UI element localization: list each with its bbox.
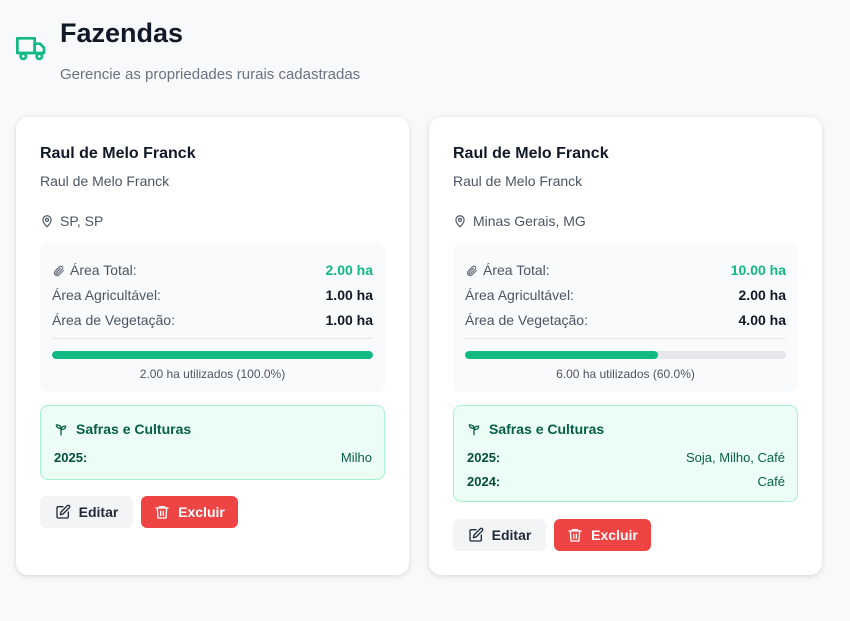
agri-area-row: Área Agricultável: 1.00 ha	[52, 285, 373, 305]
delete-button[interactable]: Excluir	[141, 496, 238, 528]
total-area-label: Área Total:	[70, 262, 137, 278]
agri-area-label: Área Agricultável:	[52, 287, 161, 303]
usage-progress-bar	[52, 351, 373, 359]
usage-caption: 2.00 ha utilizados (100.0%)	[139, 367, 286, 381]
map-pin-icon	[42, 215, 52, 228]
edit-label: Editar	[78, 504, 119, 520]
agri-area-value: 1.00 ha	[325, 287, 373, 303]
delete-label: Excluir	[178, 504, 225, 520]
delete-button[interactable]: Excluir	[554, 519, 651, 551]
location-text: Minas Gerais, MG	[473, 213, 586, 229]
usage-progress-bar	[465, 351, 786, 359]
total-area-row: Área Total: 2.00 ha	[52, 260, 373, 280]
location-text: SP, SP	[60, 213, 104, 229]
area-summary: Área Total: 10.00 ha Área Agricultável: …	[453, 243, 798, 392]
edit-icon	[468, 527, 484, 542]
farm-card: Raul de Melo Franck Raul de Melo Franck …	[16, 117, 409, 575]
farm-location: SP, SP	[40, 213, 103, 229]
edit-button[interactable]: Editar	[453, 519, 546, 551]
trash-icon	[568, 529, 582, 542]
sprout-icon	[468, 424, 480, 436]
crop-cultures: Soja, Milho, Café	[686, 450, 785, 465]
map-pin-icon	[455, 215, 465, 228]
usage-progress-fill	[465, 351, 658, 359]
crop-cultures: Milho	[340, 450, 372, 465]
divider	[465, 338, 786, 339]
farm-location: Minas Gerais, MG	[453, 213, 586, 229]
veg-area-row: Área de Vegetação: 1.00 ha	[52, 310, 373, 330]
crop-year: 2025:	[467, 450, 501, 465]
crop-cultures: Café	[757, 474, 785, 489]
trash-icon	[155, 506, 169, 519]
usage-caption: 6.00 ha utilizados (60.0%)	[556, 367, 695, 381]
farm-owner: Raul de Melo Franck	[453, 173, 583, 189]
crop-row: 2025: Milho	[54, 450, 372, 465]
veg-area-label: Área de Vegetação:	[465, 312, 588, 328]
crop-row: 2025: Soja, Milho, Café	[467, 450, 785, 465]
veg-area-row: Área de Vegetação: 4.00 ha	[465, 310, 786, 330]
total-area-label: Área Total:	[483, 262, 550, 278]
agri-area-label: Área Agricultável:	[465, 287, 574, 303]
crops-panel: Safras e Culturas 2025: Soja, Milho, Caf…	[453, 405, 798, 502]
truck-icon	[16, 37, 46, 61]
crop-row: 2024: Café	[467, 474, 785, 489]
crops-title-text: Safras e Culturas	[76, 421, 192, 437]
farm-name: Raul de Melo Franck	[40, 145, 196, 162]
farm-card: Raul de Melo Franck Raul de Melo Franck …	[429, 117, 822, 575]
total-area-value: 2.00 ha	[325, 262, 373, 278]
area-summary: Área Total: 2.00 ha Área Agricultável: 1…	[40, 243, 385, 392]
ruler-icon	[53, 265, 64, 276]
edit-icon	[55, 504, 71, 519]
crop-year: 2024:	[467, 474, 501, 489]
page-subtitle: Gerencie as propriedades rurais cadastra…	[60, 66, 361, 83]
farm-owner: Raul de Melo Franck	[40, 173, 170, 189]
crops-title-text: Safras e Culturas	[489, 421, 605, 437]
divider	[52, 338, 373, 339]
edit-button[interactable]: Editar	[40, 496, 133, 528]
edit-label: Editar	[491, 527, 532, 543]
total-area-row: Área Total: 10.00 ha	[465, 260, 786, 280]
page-title: Fazendas	[60, 18, 184, 48]
usage-progress-fill	[52, 351, 373, 359]
crops-panel: Safras e Culturas 2025: Milho	[40, 405, 385, 480]
agri-area-row: Área Agricultável: 2.00 ha	[465, 285, 786, 305]
crop-year: 2025:	[54, 450, 88, 465]
crops-title: Safras e Culturas	[54, 421, 191, 437]
veg-area-value: 4.00 ha	[738, 312, 786, 328]
farm-name: Raul de Melo Franck	[453, 145, 609, 162]
veg-area-label: Área de Vegetação:	[52, 312, 175, 328]
agri-area-value: 2.00 ha	[738, 287, 786, 303]
total-area-value: 10.00 ha	[730, 262, 786, 278]
ruler-icon	[466, 265, 477, 276]
crops-title: Safras e Culturas	[467, 421, 604, 437]
delete-label: Excluir	[591, 527, 638, 543]
sprout-icon	[55, 424, 67, 436]
veg-area-value: 1.00 ha	[325, 312, 373, 328]
